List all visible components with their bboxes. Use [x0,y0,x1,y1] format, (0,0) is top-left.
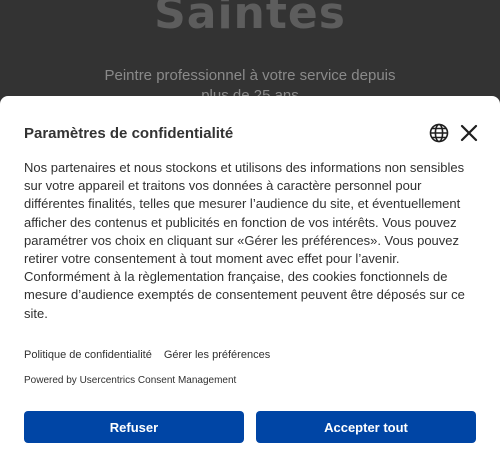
powered-by-text: Powered by Usercentrics Consent Manageme… [24,375,237,386]
close-icon[interactable] [458,122,480,144]
dialog-header: Paramètres de confidentialité [24,122,480,144]
refuse-button[interactable]: Refuser [24,411,244,443]
manage-preferences-link[interactable]: Gérer les préférences [164,349,270,361]
globe-icon[interactable] [428,122,450,144]
dialog-links: Politique de confidentialité Gérer les p… [24,349,270,361]
dialog-description: Nos partenaires et nous stockons et util… [24,160,465,321]
privacy-policy-link[interactable]: Politique de confidentialité [24,349,152,361]
accept-all-button[interactable]: Accepter tout [256,411,476,443]
page-subtitle-line-1: Peintre professionnel à votre service de… [104,67,396,84]
page-heading: Saintes [154,0,346,39]
privacy-consent-dialog: Paramètres de confidentialité Nos parten… [0,96,500,467]
dialog-title: Paramètres de confidentialité [24,125,234,142]
header-icons [428,122,480,144]
